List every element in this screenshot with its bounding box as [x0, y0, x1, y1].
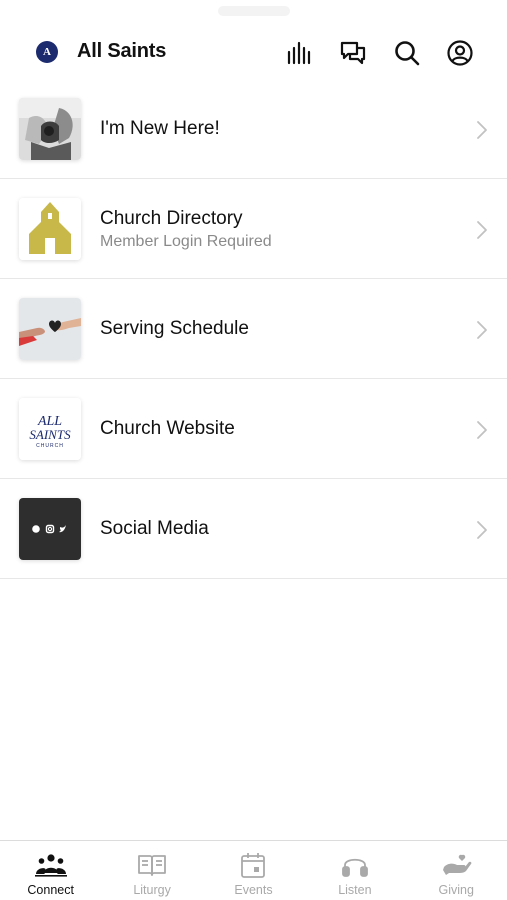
- logo-letter: A: [43, 46, 51, 58]
- chevron-right-icon: [475, 219, 489, 241]
- tab-label: Connect: [27, 883, 74, 897]
- all-saints-logo-thumbnail: ALL SAINTS CHURCH: [19, 398, 81, 460]
- menu-item-church-website[interactable]: ALL SAINTS CHURCH Church Website: [0, 379, 507, 479]
- status-indicator: [218, 6, 290, 16]
- menu-item-title: I'm New Here!: [100, 118, 220, 139]
- tab-label: Giving: [438, 883, 474, 897]
- tab-label: Events: [234, 883, 273, 897]
- tab-label: Liturgy: [133, 883, 171, 897]
- chevron-right-icon: [475, 119, 489, 141]
- menu-item-title: Church Directory: [100, 207, 243, 229]
- chat-icon[interactable]: [338, 38, 368, 68]
- menu-item-serving-schedule[interactable]: Serving Schedule: [0, 279, 507, 379]
- tab-label: Listen: [338, 883, 372, 897]
- menu-item-subtitle: Member Login Required: [100, 232, 272, 250]
- headphones-icon: [338, 850, 372, 880]
- tab-liturgy[interactable]: Liturgy: [101, 841, 202, 900]
- calendar-icon: [236, 850, 270, 880]
- giving-hand-icon: [439, 850, 473, 880]
- equalizer-icon[interactable]: [284, 38, 314, 68]
- chevron-right-icon: [475, 419, 489, 441]
- tab-giving[interactable]: Giving: [406, 841, 507, 900]
- hands-photo-thumbnail: [19, 98, 81, 160]
- menu-item-social-media[interactable]: Social Media: [0, 479, 507, 579]
- heart-hands-photo-thumbnail: [19, 298, 81, 360]
- search-icon[interactable]: [392, 38, 422, 68]
- menu-item-title: Serving Schedule: [100, 318, 249, 339]
- app-header: A All Saints: [0, 0, 507, 82]
- social-icons-thumbnail: [19, 498, 81, 560]
- people-icon: [34, 850, 68, 880]
- menu-item-church-directory[interactable]: Church Directory Member Login Required: [0, 179, 507, 279]
- book-icon: [135, 850, 169, 880]
- profile-icon[interactable]: [445, 38, 475, 68]
- church-logo-icon[interactable]: A: [36, 41, 58, 63]
- menu-list: I'm New Here! Church Directory Member Lo…: [0, 79, 507, 579]
- menu-item-title: Social Media: [100, 518, 209, 539]
- chevron-right-icon: [475, 519, 489, 541]
- menu-item-title: Church Website: [100, 418, 235, 439]
- tab-connect[interactable]: Connect: [0, 841, 101, 900]
- menu-item-new-here[interactable]: I'm New Here!: [0, 79, 507, 179]
- app-title: All Saints: [77, 40, 167, 62]
- church-building-icon: [19, 198, 81, 260]
- chevron-right-icon: [475, 319, 489, 341]
- tab-listen[interactable]: Listen: [304, 841, 405, 900]
- tab-events[interactable]: Events: [203, 841, 304, 900]
- bottom-tab-bar: Connect Liturgy Events Listen Giving: [0, 840, 507, 900]
- logo-line3: CHURCH: [36, 443, 64, 449]
- logo-line2: SAINTS: [29, 427, 71, 442]
